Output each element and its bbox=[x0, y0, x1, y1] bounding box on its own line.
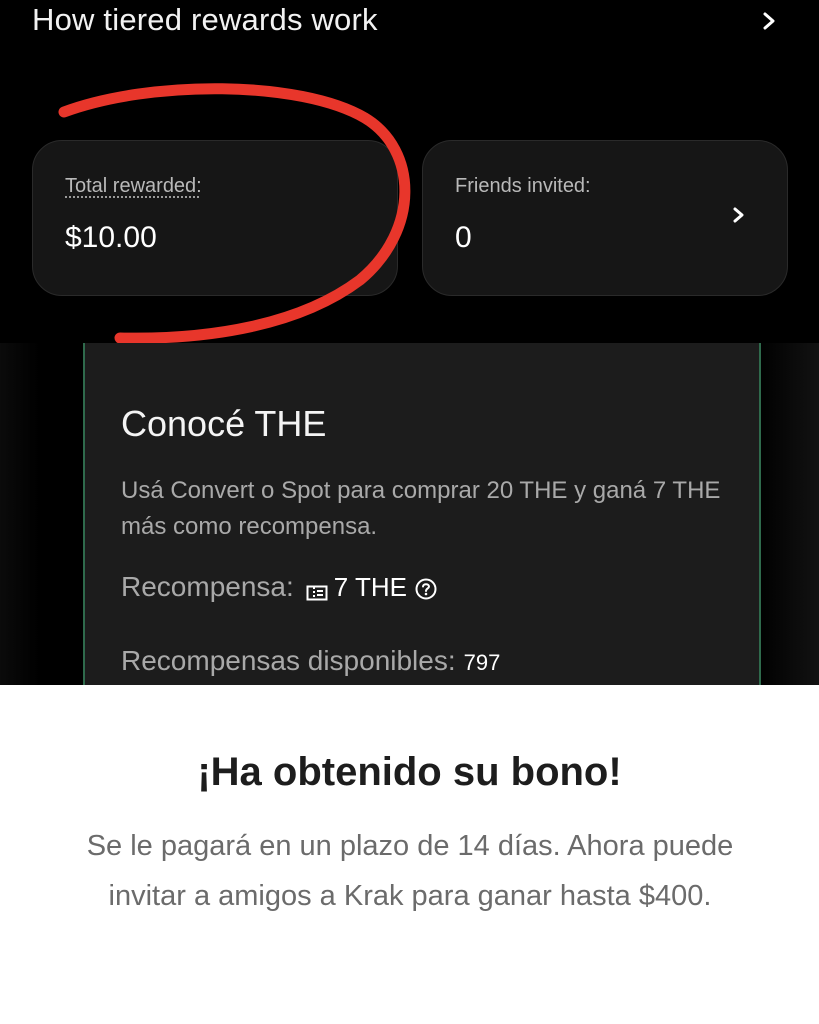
available-count: 797 bbox=[463, 650, 501, 675]
friends-invited-card[interactable]: Friends invited: 0 bbox=[422, 140, 788, 296]
chevron-right-icon[interactable] bbox=[760, 6, 780, 36]
total-rewarded-value: $10.00 bbox=[65, 221, 157, 254]
bonus-message: Se le pagará en un plazo de 14 días. Aho… bbox=[86, 830, 734, 912]
promo-screenshot-section: Conocé THE Usá Convert o Spot para compr… bbox=[0, 343, 819, 685]
total-rewarded-card: Total rewarded: $10.00 bbox=[32, 140, 398, 296]
promo-reward-row: Recompensa: 7 THE bbox=[121, 571, 437, 603]
left-edge bbox=[0, 343, 40, 685]
promo-description: Usá Convert o Spot para comprar 20 THE y… bbox=[121, 477, 721, 540]
ticket-icon bbox=[306, 578, 328, 601]
available-rewards-row: Recompensas disponibles: 797 bbox=[121, 645, 500, 677]
right-edge bbox=[757, 343, 819, 685]
tiered-rewards-link-title[interactable]: How tiered rewards work bbox=[32, 2, 378, 38]
reward-value-group: 7 THE bbox=[306, 572, 437, 603]
reward-value: 7 THE bbox=[333, 571, 407, 602]
promo-title: Conocé THE bbox=[121, 403, 327, 444]
chevron-right-icon[interactable] bbox=[731, 203, 747, 232]
bonus-title: ¡Ha obtenido su bono! bbox=[197, 750, 622, 794]
help-circle-icon[interactable] bbox=[415, 576, 437, 600]
bonus-confirmation-section: ¡Ha obtenido su bono! Se le pagará en un… bbox=[0, 685, 819, 1024]
total-rewarded-label: Total rewarded: bbox=[65, 175, 202, 197]
reward-label: Recompensa: bbox=[121, 571, 294, 602]
promo-card: Conocé THE Usá Convert o Spot para compr… bbox=[83, 343, 761, 685]
friends-invited-label: Friends invited: bbox=[455, 175, 591, 197]
available-label: Recompensas disponibles: bbox=[121, 645, 456, 676]
friends-invited-value: 0 bbox=[455, 221, 472, 254]
rewards-header-section: How tiered rewards work Total rewarded: … bbox=[0, 0, 819, 343]
